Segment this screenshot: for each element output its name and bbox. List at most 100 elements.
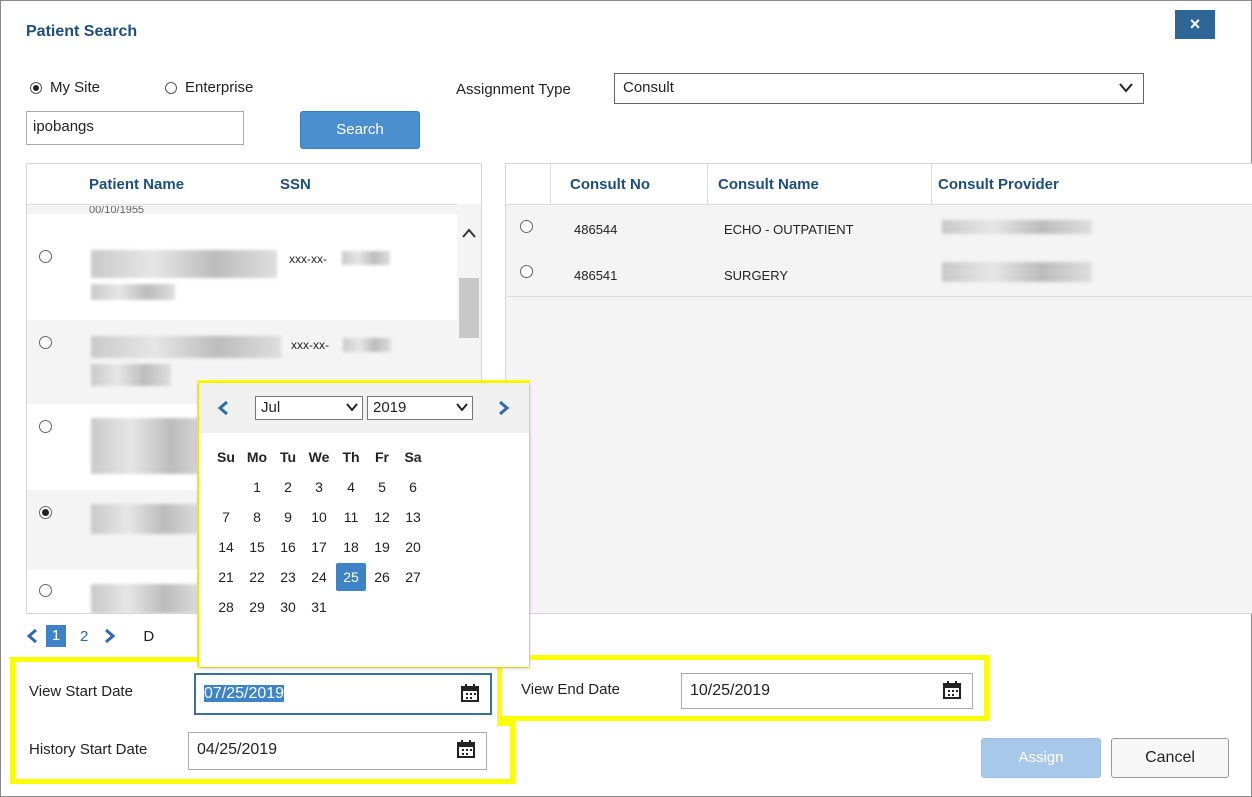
search-button[interactable]: Search <box>300 111 420 149</box>
calendar-day-20[interactable]: 20 <box>398 533 428 561</box>
row-radio[interactable] <box>39 584 52 597</box>
row-radio[interactable] <box>39 506 52 519</box>
redacted-dob <box>91 284 175 300</box>
calendar-day-12[interactable]: 12 <box>367 503 397 531</box>
calendar-day-13[interactable]: 13 <box>398 503 428 531</box>
calendar-day-21[interactable]: 21 <box>211 563 241 591</box>
next-month-icon[interactable] <box>496 400 510 416</box>
redacted-name <box>91 336 281 358</box>
calendar-icon[interactable] <box>456 739 476 759</box>
highlight-annotation <box>510 726 515 784</box>
col-consult-provider[interactable]: Consult Provider <box>938 176 1059 193</box>
row-radio[interactable] <box>39 250 52 263</box>
calendar-day-8[interactable]: 8 <box>242 503 272 531</box>
next-page-icon[interactable] <box>102 628 116 644</box>
col-divider <box>550 164 551 204</box>
calendar-day-2[interactable]: 2 <box>273 473 303 501</box>
calendar-day-18[interactable]: 18 <box>336 533 366 561</box>
calendar-day-6[interactable]: 6 <box>398 473 428 501</box>
calendar-icon[interactable] <box>942 680 962 700</box>
scroll-thumb[interactable] <box>459 278 479 338</box>
highlight-annotation <box>497 716 989 721</box>
calendar-day-16[interactable]: 16 <box>273 533 303 561</box>
calendar-day-22[interactable]: 22 <box>242 563 272 591</box>
calendar-day-31[interactable]: 31 <box>304 593 334 621</box>
year-select[interactable]: 2019 <box>367 396 473 420</box>
row-radio[interactable] <box>520 220 533 233</box>
radio-my-site[interactable]: My Site <box>30 79 100 96</box>
radio-my-site-label: My Site <box>50 79 101 96</box>
calendar-day-29[interactable]: 29 <box>242 593 272 621</box>
cancel-button[interactable]: Cancel <box>1111 738 1229 778</box>
col-consult-name[interactable]: Consult Name <box>718 176 819 193</box>
consult-no-cell: 486541 <box>574 268 618 283</box>
radio-enterprise[interactable]: Enterprise <box>165 79 253 96</box>
weekday-sa: Sa <box>404 449 422 465</box>
close-button[interactable]: × <box>1175 10 1215 39</box>
assignment-type-label: Assignment Type <box>456 81 571 98</box>
calendar-day-4[interactable]: 4 <box>336 473 366 501</box>
col-patient-name[interactable]: Patient Name <box>89 176 184 193</box>
calendar-day-19[interactable]: 19 <box>367 533 397 561</box>
row-radio[interactable] <box>520 265 533 278</box>
month-select[interactable]: Jul <box>255 396 363 420</box>
calendar-day-11[interactable]: 11 <box>336 503 366 531</box>
weekday-tu: Tu <box>279 449 297 465</box>
calendar-day-7[interactable]: 7 <box>211 503 241 531</box>
row-radio[interactable] <box>39 336 52 349</box>
patient-search-input[interactable]: ipobangs <box>26 111 244 145</box>
calendar-day-5[interactable]: 5 <box>367 473 397 501</box>
prev-month-icon[interactable] <box>217 400 231 416</box>
calendar-day-26[interactable]: 26 <box>367 563 397 591</box>
col-consult-no[interactable]: Consult No <box>570 176 650 193</box>
calendar-day-28[interactable]: 28 <box>211 593 241 621</box>
calendar-icon[interactable] <box>460 683 480 703</box>
month-value: Jul <box>261 399 281 416</box>
history-start-date-input[interactable]: 04/25/2019 <box>188 732 487 770</box>
pager-truncated-label: D <box>143 627 155 645</box>
table-row[interactable]: 486541 SURGERY <box>506 252 1252 297</box>
calendar-day-3[interactable]: 3 <box>304 473 334 501</box>
calendar-day-1[interactable]: 1 <box>242 473 272 501</box>
highlight-annotation <box>10 779 515 784</box>
view-start-date-input[interactable]: 07/25/2019 <box>194 673 492 715</box>
calendar-day-10[interactable]: 10 <box>304 503 334 531</box>
radio-enterprise-label: Enterprise <box>185 79 254 96</box>
consult-name-cell: SURGERY <box>724 268 789 283</box>
calendar-day-15[interactable]: 15 <box>242 533 272 561</box>
calendar-day-27[interactable]: 27 <box>398 563 428 591</box>
radio-enterprise-circle <box>165 81 177 94</box>
consult-results-panel: Consult No Consult Name Consult Provider… <box>505 163 1252 614</box>
assign-button[interactable]: Assign <box>981 738 1101 778</box>
row-radio[interactable] <box>39 420 52 433</box>
calendar-day-9[interactable]: 9 <box>273 503 303 531</box>
table-row[interactable]: 486544 ECHO - OUTPATIENT <box>506 208 1252 253</box>
prev-page-icon[interactable] <box>26 628 40 644</box>
calendar-day-24[interactable]: 24 <box>304 563 334 591</box>
patient-search-dialog: Patient Search × My Site Enterprise Assi… <box>0 0 1252 797</box>
calendar-day-30[interactable]: 30 <box>273 593 303 621</box>
assignment-type-select[interactable]: Consult <box>614 73 1144 104</box>
page-2[interactable]: 2 <box>80 628 88 645</box>
weekday-we: We <box>308 449 330 465</box>
page-1[interactable]: 1 <box>46 625 66 647</box>
col-ssn[interactable]: SSN <box>280 176 311 193</box>
history-start-date-value: 04/25/2019 <box>197 741 278 758</box>
calendar-day-14[interactable]: 14 <box>211 533 241 561</box>
chevron-down-icon <box>456 403 468 412</box>
calendar-day-25[interactable]: 25 <box>336 563 366 591</box>
weekday-su: Su <box>217 449 235 465</box>
scroll-up-icon[interactable] <box>462 228 476 238</box>
weekday-th: Th <box>342 449 360 465</box>
highlight-annotation <box>10 657 15 783</box>
view-start-date-value: 07/25/2019 <box>204 685 285 702</box>
consult-no-cell: 486544 <box>574 222 618 237</box>
table-row[interactable]: xxx-xx- <box>27 234 481 321</box>
radio-my-site-circle <box>30 81 42 94</box>
calendar-day-17[interactable]: 17 <box>304 533 334 561</box>
dialog-title: Patient Search <box>26 23 138 40</box>
view-start-date-label: View Start Date <box>29 683 133 700</box>
view-end-date-input[interactable]: 10/25/2019 <box>681 673 973 709</box>
calendar-day-23[interactable]: 23 <box>273 563 303 591</box>
col-divider <box>931 164 932 204</box>
